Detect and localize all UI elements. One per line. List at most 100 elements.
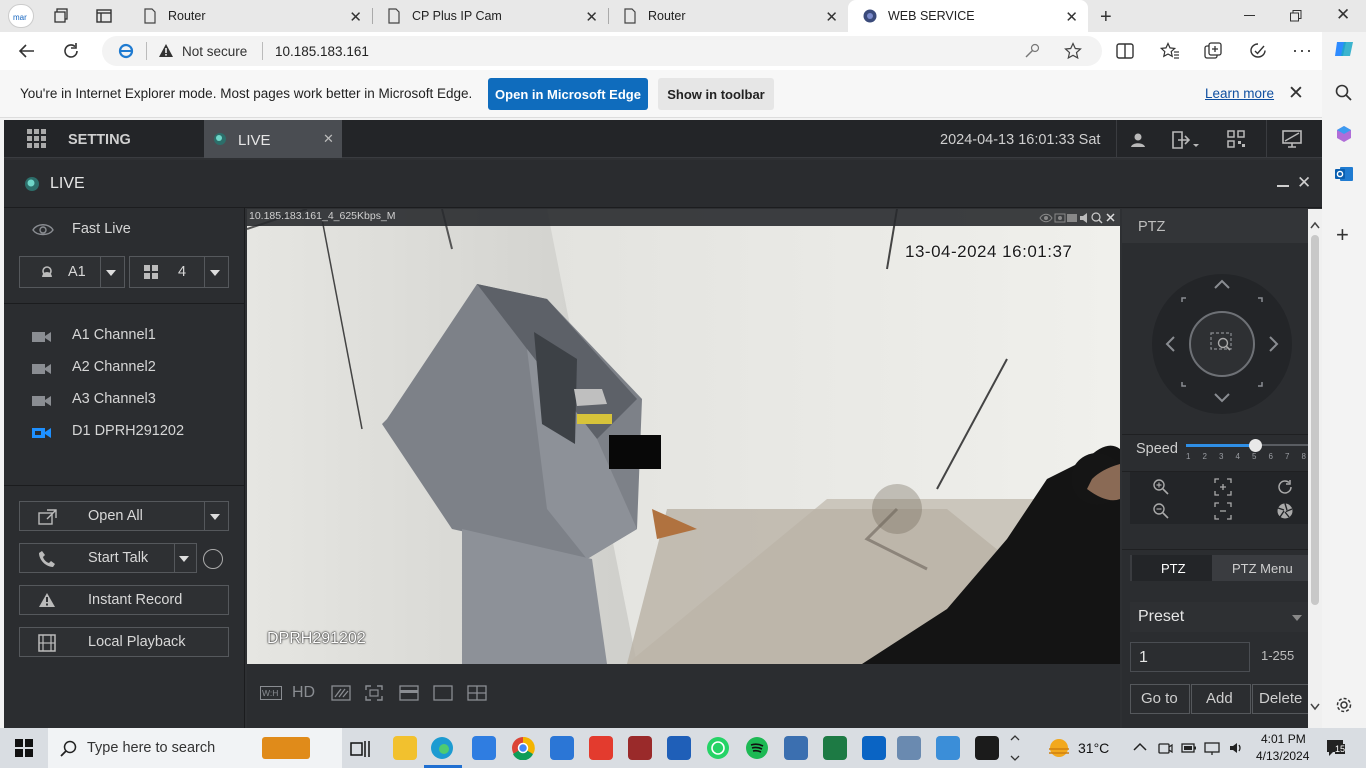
qr-code-icon[interactable] — [1227, 130, 1245, 148]
terminal-icon[interactable] — [975, 736, 999, 760]
minimize-panel-icon[interactable] — [1277, 185, 1289, 187]
start-talk-button[interactable]: Start Talk — [19, 543, 197, 573]
search-icon[interactable] — [1335, 84, 1353, 102]
edge-icon[interactable] — [430, 736, 454, 760]
copilot-icon[interactable] — [1333, 38, 1355, 60]
learn-more-link[interactable]: Learn more — [1205, 86, 1274, 101]
outlook-icon[interactable] — [1334, 164, 1354, 184]
network-icon[interactable] — [1204, 740, 1220, 756]
browser-essentials-icon[interactable] — [1248, 42, 1268, 60]
browser-tab-web-service[interactable]: WEB SERVICE ✕ — [848, 0, 1088, 32]
url-text[interactable]: 10.185.183.161 — [275, 44, 369, 59]
show-in-toolbar-button[interactable]: Show in toolbar — [658, 78, 774, 110]
restore-window-icon[interactable] — [1290, 10, 1302, 22]
m365-icon[interactable] — [1334, 124, 1354, 144]
volume-icon[interactable] — [1228, 740, 1244, 756]
anydesk-icon[interactable] — [589, 736, 613, 760]
close-panel-icon[interactable]: ✕ — [1297, 173, 1311, 193]
hd-button[interactable]: HD — [292, 684, 315, 702]
taskbar-search-box[interactable]: Type here to search — [48, 728, 342, 768]
add-sidebar-app-icon[interactable]: + — [1336, 222, 1349, 248]
channel-item[interactable]: A3 Channel3 — [4, 384, 244, 416]
layout-select[interactable]: 4 — [129, 256, 229, 288]
scroll-down-icon[interactable] — [1310, 703, 1320, 711]
iris-rotate-icon[interactable] — [1276, 478, 1294, 496]
live-video-view[interactable]: 10.185.183.161_4_625Kbps_M 13-04-2024 16… — [247, 209, 1120, 664]
profile-icon[interactable]: mar — [8, 4, 34, 28]
key-icon[interactable] — [1024, 43, 1040, 59]
meet-icon[interactable] — [1157, 740, 1173, 756]
tab-ptz-menu-label[interactable]: PTZ Menu — [1232, 561, 1293, 576]
notification-center-icon[interactable]: 15 — [1325, 738, 1347, 758]
channel-item[interactable]: A2 Channel2 — [4, 352, 244, 384]
speed-slider-handle[interactable] — [1249, 439, 1262, 452]
aperture-icon[interactable] — [1276, 502, 1294, 520]
single-view-icon[interactable] — [433, 685, 453, 701]
mail-icon[interactable] — [550, 736, 574, 760]
minimize-window-icon[interactable] — [1244, 15, 1255, 16]
open-all-button[interactable]: Open All — [19, 501, 229, 531]
page-scrollbar[interactable] — [1308, 209, 1322, 728]
close-window-icon[interactable]: ✕ — [1336, 5, 1350, 25]
start-button[interactable] — [15, 739, 33, 757]
browser-tab-cp-plus[interactable]: CP Plus IP Cam ✕ — [372, 0, 608, 32]
zoom-in-icon[interactable] — [1152, 478, 1170, 496]
tally-icon[interactable] — [784, 736, 808, 760]
preset-select[interactable]: Preset — [1130, 602, 1308, 632]
setting-menu-label[interactable]: SETTING — [68, 132, 131, 148]
favorite-star-icon[interactable] — [1064, 42, 1082, 60]
channel-item-active[interactable]: D1 DPRH291202 — [4, 416, 244, 448]
new-tab-icon[interactable]: + — [1100, 6, 1112, 29]
news-icon[interactable] — [667, 736, 691, 760]
outlook-icon[interactable] — [862, 736, 886, 760]
favorites-icon[interactable] — [1160, 42, 1180, 60]
browser-tab-router-1[interactable]: Router ✕ — [128, 0, 372, 32]
close-tab-icon[interactable]: ✕ — [585, 8, 598, 26]
delete-preset-button[interactable]: Delete — [1252, 684, 1308, 714]
open-in-edge-button[interactable]: Open in Microsoft Edge — [488, 78, 648, 110]
fullscreen-icon[interactable] — [365, 685, 383, 701]
close-tab-icon[interactable]: ✕ — [825, 8, 838, 26]
whatsapp-icon[interactable] — [706, 736, 730, 760]
battery-icon[interactable] — [1181, 741, 1197, 755]
record-icon[interactable] — [1067, 214, 1077, 222]
device-select[interactable]: A1 — [19, 256, 125, 288]
store-icon[interactable] — [472, 736, 496, 760]
collections-icon[interactable] — [1204, 42, 1222, 60]
local-playback-button[interactable]: Local Playback — [19, 627, 229, 657]
main-menu-grid-icon[interactable] — [26, 128, 48, 150]
scroll-thumb[interactable] — [1311, 235, 1319, 605]
preset-number-input[interactable]: 1 — [1130, 642, 1250, 672]
display-mode-icon[interactable] — [1282, 130, 1302, 148]
file-explorer-icon[interactable] — [393, 736, 417, 760]
show-hidden-icons[interactable] — [1133, 742, 1147, 752]
photos-icon[interactable] — [936, 736, 960, 760]
scroll-up-icon[interactable] — [1310, 221, 1320, 229]
taskbar-overflow-icon[interactable] — [1010, 732, 1020, 764]
weather-icon[interactable] — [1046, 737, 1072, 759]
close-tab-icon[interactable]: ✕ — [1065, 8, 1078, 26]
workspaces-icon[interactable] — [54, 8, 70, 24]
warning-icon[interactable] — [158, 43, 174, 59]
quad-view-icon[interactable] — [467, 685, 487, 701]
zoom-out-icon[interactable] — [1152, 502, 1170, 520]
focus-near-icon[interactable] — [1214, 478, 1232, 496]
close-tab-icon[interactable]: ✕ — [349, 8, 362, 26]
spotify-icon[interactable] — [745, 736, 769, 760]
address-bar[interactable]: Not secure 10.185.183.161 — [102, 36, 1102, 66]
split-screen-icon[interactable] — [1116, 42, 1134, 60]
excel-icon[interactable] — [823, 736, 847, 760]
ptz-direction-pad[interactable] — [1152, 274, 1292, 414]
channel-item[interactable]: A1 Channel1 — [4, 320, 244, 352]
snapshot-icon[interactable] — [1054, 213, 1066, 223]
image-adjust-icon[interactable] — [331, 685, 351, 701]
logout-icon[interactable] — [1171, 130, 1201, 150]
close-live-tab-icon[interactable]: ✕ — [323, 131, 334, 147]
volume-icon[interactable] — [1080, 213, 1087, 223]
user-icon[interactable] — [1130, 132, 1146, 148]
speed-slider[interactable]: 1 2 3 4 5 6 7 8 — [1184, 437, 1308, 467]
clock-time[interactable]: 4:01 PM — [1261, 732, 1306, 746]
refresh-icon[interactable] — [62, 42, 80, 60]
browser-tab-router-2[interactable]: Router ✕ — [608, 0, 848, 32]
chevron-down-icon[interactable] — [210, 514, 220, 520]
